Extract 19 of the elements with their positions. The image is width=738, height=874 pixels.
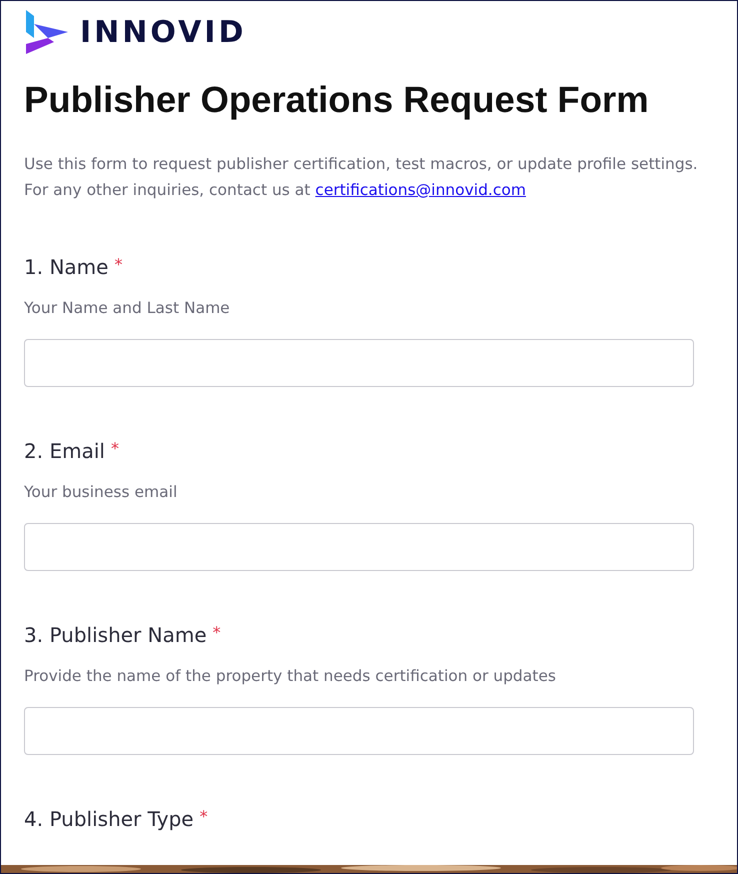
- logo-wordmark: INNOVID: [80, 14, 246, 50]
- question-label: 1. Name: [24, 255, 108, 279]
- question-label: 4. Publisher Type: [24, 807, 194, 831]
- question-hint: Provide the name of the property that needs certification or updates: [24, 667, 557, 685]
- text-field[interactable]: [24, 707, 694, 755]
- required-mark: *: [114, 255, 122, 274]
- question-label: 3. Publisher Name: [24, 623, 207, 647]
- text-field[interactable]: [24, 523, 694, 571]
- required-mark: *: [110, 439, 119, 458]
- form-description: Use this form to request publisher certification, test macros, or update profile settings. For any other inquiries, contact us at certifications@innovid.com: [24, 154, 699, 201]
- required-mark: *: [200, 807, 208, 826]
- question-label: 2. Email: [24, 439, 105, 463]
- question-hint: Your business email: [24, 483, 178, 501]
- logo-icon: [24, 8, 70, 56]
- email-link[interactable]: certifications@innovid.com: [315, 181, 526, 199]
- form-title: Publisher Operations Request Form: [24, 79, 650, 121]
- required-mark: *: [212, 623, 221, 642]
- question-hint: Your Name and Last Name: [24, 299, 231, 317]
- text-field[interactable]: [24, 339, 694, 387]
